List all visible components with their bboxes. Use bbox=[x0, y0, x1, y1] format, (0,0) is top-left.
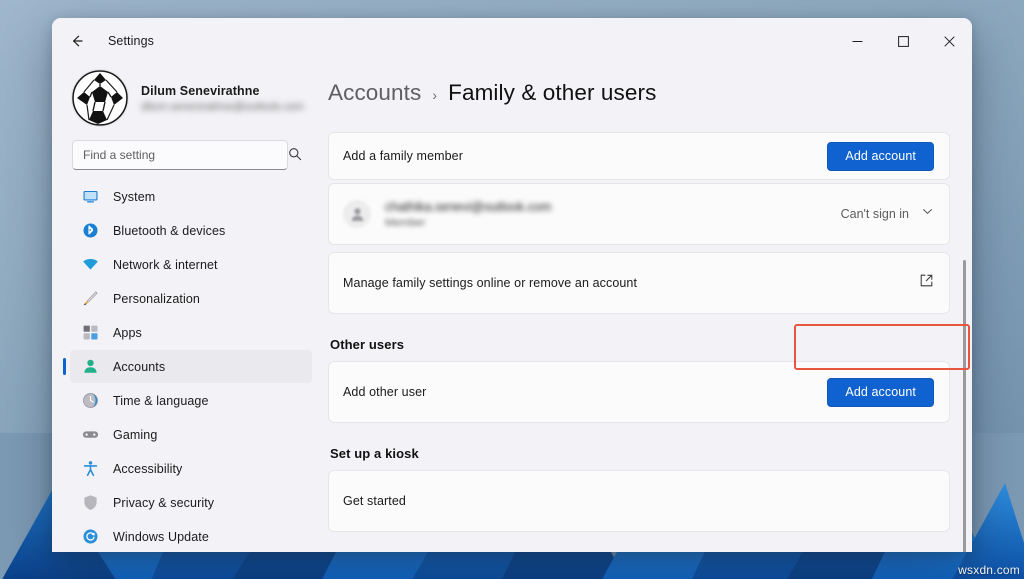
sidebar-item-network-internet[interactable]: Network & internet bbox=[70, 248, 312, 281]
watermark: wsxdn.com bbox=[958, 563, 1020, 577]
add-family-member-label: Add a family member bbox=[343, 149, 463, 163]
chevron-down-icon[interactable] bbox=[921, 205, 934, 223]
monitor-icon bbox=[81, 188, 99, 206]
profile-text: Dilum Senevirathne dilum.senevirathne@ou… bbox=[141, 84, 304, 113]
apps-icon bbox=[81, 324, 99, 342]
minimize-button[interactable] bbox=[834, 18, 880, 64]
title-bar: Settings bbox=[52, 18, 972, 64]
family-member-card[interactable]: chathika.senevi@outlook.com Member Can't… bbox=[328, 183, 950, 245]
manage-family-settings-row: Manage family settings online or remove … bbox=[329, 253, 949, 313]
family-member-row: chathika.senevi@outlook.com Member Can't… bbox=[329, 184, 949, 244]
add-other-user-card: Add other user Add account bbox=[328, 361, 950, 423]
sidebar-item-accessibility[interactable]: Accessibility bbox=[70, 452, 312, 485]
search-container bbox=[72, 140, 312, 170]
profile-name: Dilum Senevirathne bbox=[141, 84, 304, 98]
kiosk-card[interactable]: Get started bbox=[328, 470, 950, 532]
wifi-icon bbox=[81, 256, 99, 274]
sidebar-item-label: Bluetooth & devices bbox=[113, 224, 225, 238]
external-link-icon[interactable] bbox=[919, 273, 934, 293]
search-input[interactable] bbox=[72, 140, 288, 170]
avatar bbox=[72, 70, 128, 126]
window-body: Dilum Senevirathne dilum.senevirathne@ou… bbox=[52, 64, 972, 552]
member-status: Can't sign in bbox=[841, 207, 909, 221]
add-family-member-row: Add a family member Add account bbox=[329, 133, 949, 179]
member-email: chathika.senevi@outlook.com bbox=[385, 200, 551, 214]
clock-globe-icon bbox=[81, 392, 99, 410]
add-other-user-label: Add other user bbox=[343, 385, 426, 399]
manage-family-settings-card[interactable]: Manage family settings online or remove … bbox=[328, 252, 950, 314]
close-icon bbox=[944, 36, 955, 47]
profile-email: dilum.senevirathne@outlook.com bbox=[141, 101, 304, 113]
other-users-section-title: Other users bbox=[330, 337, 950, 352]
kiosk-row: Get started bbox=[329, 471, 949, 531]
sidebar-item-privacy-security[interactable]: Privacy & security bbox=[70, 486, 312, 519]
sidebar-item-time-language[interactable]: Time & language bbox=[70, 384, 312, 417]
member-role: Member bbox=[385, 217, 551, 229]
minimize-icon bbox=[852, 36, 863, 47]
maximize-button[interactable] bbox=[880, 18, 926, 64]
shield-icon bbox=[81, 494, 99, 512]
sidebar-item-label: Privacy & security bbox=[113, 496, 214, 510]
back-arrow-icon bbox=[69, 33, 85, 49]
close-button[interactable] bbox=[926, 18, 972, 64]
back-button[interactable] bbox=[60, 24, 94, 58]
sidebar-item-label: System bbox=[113, 190, 155, 204]
add-account-button-family[interactable]: Add account bbox=[827, 142, 934, 171]
window-title: Settings bbox=[108, 34, 154, 48]
page-title: Family & other users bbox=[448, 80, 656, 106]
soccer-ball-avatar-icon bbox=[72, 70, 128, 126]
sidebar-nav: System Bluetooth & devices bbox=[60, 180, 316, 552]
breadcrumb-separator: › bbox=[432, 87, 437, 103]
settings-window: Settings bbox=[52, 18, 972, 552]
sidebar-item-gaming[interactable]: Gaming bbox=[70, 418, 312, 451]
main-content: Accounts › Family & other users Add a fa… bbox=[324, 64, 972, 552]
sidebar-item-personalization[interactable]: Personalization bbox=[70, 282, 312, 315]
bluetooth-icon bbox=[81, 222, 99, 240]
manage-family-settings-label: Manage family settings online or remove … bbox=[343, 276, 637, 290]
desktop-background: Settings bbox=[0, 0, 1024, 579]
sidebar-item-label: Windows Update bbox=[113, 530, 209, 544]
settings-scroll-area: Add a family member Add account bbox=[328, 132, 972, 552]
person-icon bbox=[81, 358, 99, 376]
sidebar-item-label: Time & language bbox=[113, 394, 209, 408]
breadcrumb-root[interactable]: Accounts bbox=[328, 80, 421, 106]
kiosk-section-title: Set up a kiosk bbox=[330, 446, 950, 461]
breadcrumb: Accounts › Family & other users bbox=[328, 64, 972, 120]
sidebar-item-label: Personalization bbox=[113, 292, 200, 306]
sidebar-item-bluetooth-devices[interactable]: Bluetooth & devices bbox=[70, 214, 312, 247]
sidebar-item-label: Gaming bbox=[113, 428, 157, 442]
scrollbar-thumb[interactable] bbox=[963, 260, 966, 552]
sidebar-item-windows-update[interactable]: Windows Update bbox=[70, 520, 312, 552]
accessibility-icon bbox=[81, 460, 99, 478]
sidebar: Dilum Senevirathne dilum.senevirathne@ou… bbox=[52, 64, 324, 552]
sidebar-item-label: Accessibility bbox=[113, 462, 182, 476]
sidebar-item-system[interactable]: System bbox=[70, 180, 312, 213]
search-icon bbox=[288, 147, 302, 166]
paintbrush-icon bbox=[81, 290, 99, 308]
person-avatar-icon bbox=[343, 200, 371, 228]
scrollbar-track[interactable] bbox=[963, 182, 966, 552]
add-other-user-row: Add other user Add account bbox=[329, 362, 949, 422]
gamepad-icon bbox=[81, 426, 99, 444]
maximize-icon bbox=[898, 36, 909, 47]
update-icon bbox=[81, 528, 99, 546]
add-account-button-other-users[interactable]: Add account bbox=[827, 378, 934, 407]
member-info: chathika.senevi@outlook.com Member bbox=[385, 200, 551, 229]
sidebar-item-label: Apps bbox=[113, 326, 142, 340]
add-family-member-card: Add a family member Add account bbox=[328, 132, 950, 180]
sidebar-item-label: Network & internet bbox=[113, 258, 218, 272]
get-started-label: Get started bbox=[343, 494, 406, 508]
sidebar-item-accounts[interactable]: Accounts bbox=[70, 350, 312, 383]
sidebar-item-label: Accounts bbox=[113, 360, 165, 374]
user-profile[interactable]: Dilum Senevirathne dilum.senevirathne@ou… bbox=[60, 64, 316, 126]
sidebar-item-apps[interactable]: Apps bbox=[70, 316, 312, 349]
window-controls bbox=[834, 18, 972, 64]
